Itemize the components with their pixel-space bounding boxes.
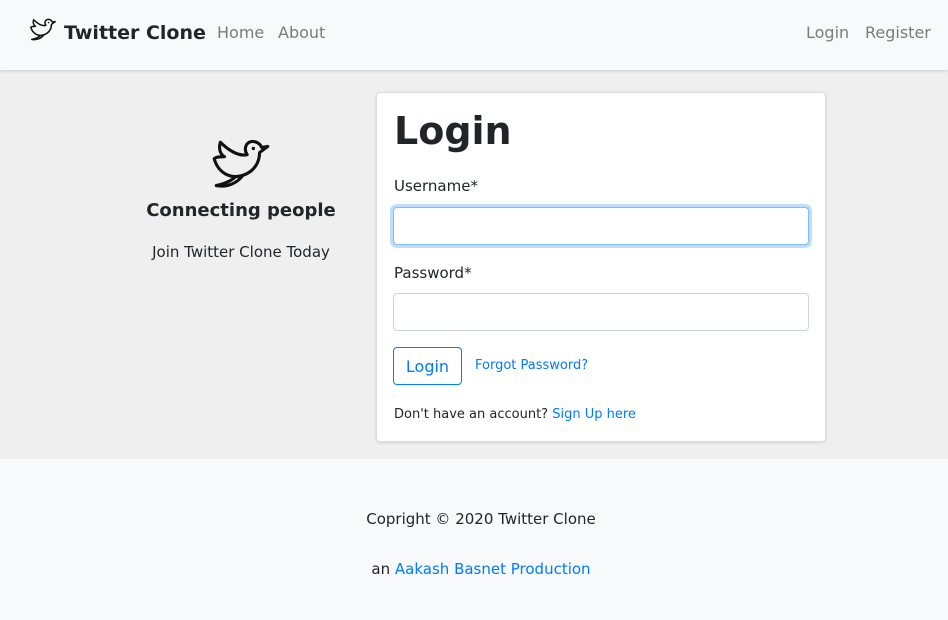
password-label: Password* (394, 264, 472, 282)
username-label: Username* (394, 177, 478, 195)
production-prefix: an (371, 560, 391, 578)
login-button[interactable]: Login (393, 347, 462, 385)
copyright-text: Copright © 2020 Twitter Clone (366, 510, 596, 528)
brand-name: Twitter Clone (64, 22, 206, 44)
twitter-bird-icon (28, 16, 58, 50)
footer: Copright © 2020 Twitter Clone an Aakash … (0, 459, 948, 620)
hero-panel: Connecting people Join Twitter Clone Tod… (120, 138, 362, 261)
twitter-bird-icon (120, 138, 362, 196)
forgot-password-link[interactable]: Forgot Password? (475, 358, 588, 373)
signup-prompt: Don't have an account? Sign Up here (394, 407, 636, 422)
nav-login-link[interactable]: Login (806, 23, 849, 42)
nav-register-link[interactable]: Register (865, 23, 931, 42)
password-input[interactable] (393, 293, 809, 331)
author-link[interactable]: Aakash Basnet Production (395, 560, 591, 578)
login-title: Login (394, 109, 512, 153)
signup-prompt-text: Don't have an account? (394, 407, 549, 422)
nav-home-link[interactable]: Home (217, 23, 264, 42)
nav-about-link[interactable]: About (278, 23, 325, 42)
hero-subtitle: Join Twitter Clone Today (152, 243, 330, 261)
main-section: Connecting people Join Twitter Clone Tod… (0, 70, 948, 459)
brand-link[interactable]: Twitter Clone (28, 16, 206, 50)
signup-link[interactable]: Sign Up here (552, 407, 636, 422)
production-credit: an Aakash Basnet Production (0, 560, 948, 578)
username-input[interactable] (393, 207, 809, 245)
top-navbar: Twitter Clone Home About Login Register (0, 0, 948, 70)
login-card: Login Username* Password* Login Forgot P… (376, 92, 826, 442)
hero-title: Connecting people (146, 200, 336, 221)
